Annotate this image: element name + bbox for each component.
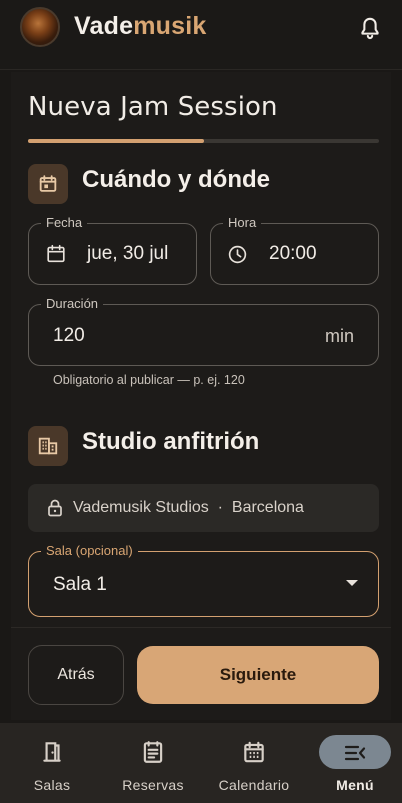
clock-icon — [228, 245, 247, 264]
room-select[interactable]: Sala (opcional) Sala 1 — [28, 543, 379, 617]
menu-icon — [344, 745, 366, 761]
room-value: Sala 1 — [53, 574, 107, 595]
section-title-host-studio: Studio anfitrión — [82, 428, 260, 455]
bottom-nav: Salas Reservas Calendario Menú — [0, 723, 402, 803]
calendar-outline-icon — [47, 244, 65, 263]
page-title: Nueva Jam Session — [28, 92, 278, 122]
building-icon — [38, 437, 58, 455]
brand-logo: Vademusik — [74, 12, 206, 41]
avatar[interactable] — [20, 7, 60, 47]
room-label: Sala (opcional) — [41, 543, 138, 558]
duration-helper-text: Obligatorio al publicar — p. ej. 120 — [53, 373, 245, 387]
list-icon — [143, 741, 163, 763]
calendar-icon — [244, 741, 264, 763]
date-value: jue, 30 jul — [87, 243, 169, 264]
progress-bar — [28, 139, 379, 143]
next-button[interactable]: Siguiente — [137, 646, 379, 704]
nav-label-salas: Salas — [33, 777, 71, 793]
back-button[interactable]: Atrás — [28, 645, 124, 705]
nav-item-reservas[interactable]: Reservas — [103, 723, 203, 803]
duration-label: Duración — [41, 296, 104, 311]
duration-field[interactable]: Duración 120 min — [28, 296, 379, 366]
brand-text-primary: Vade — [74, 12, 134, 40]
calendar-section-icon — [28, 164, 68, 204]
date-field[interactable]: Fecha jue, 30 jul — [28, 215, 197, 285]
door-icon — [43, 742, 61, 762]
calendar-icon — [39, 175, 57, 192]
time-label: Hora — [223, 215, 262, 230]
building-section-icon — [28, 426, 68, 466]
nav-item-salas[interactable]: Salas — [2, 723, 102, 803]
host-studio-text: Vademusik Studios · Barcelona — [73, 499, 304, 517]
duration-unit: min — [324, 326, 354, 346]
studio-city: Barcelona — [231, 499, 304, 516]
app-header: Vademusik — [0, 0, 402, 70]
studio-separator: · — [217, 499, 223, 516]
host-studio-display: Vademusik Studios · Barcelona — [28, 484, 379, 532]
time-field[interactable]: Hora 20:00 — [210, 215, 379, 285]
date-label: Fecha — [41, 215, 88, 230]
section-title-when-where: Cuándo y dónde — [82, 166, 270, 193]
brand-text-accent: musik — [133, 12, 207, 40]
dropdown-arrow-icon[interactable] — [346, 580, 358, 586]
nav-label-menu: Menú — [336, 777, 374, 793]
studio-name: Vademusik Studios — [73, 499, 209, 516]
nav-label-calendario: Calendario — [218, 777, 290, 793]
nav-item-menu[interactable]: Menú — [305, 723, 402, 803]
nav-item-calendario[interactable]: Calendario — [204, 723, 304, 803]
lock-icon — [48, 499, 62, 517]
progress-fill — [28, 139, 204, 143]
nav-label-reservas: Reservas — [122, 777, 184, 793]
duration-value: 120 — [53, 325, 85, 346]
bell-icon[interactable] — [357, 14, 383, 42]
actions-divider — [11, 627, 391, 628]
time-value: 20:00 — [269, 243, 317, 264]
